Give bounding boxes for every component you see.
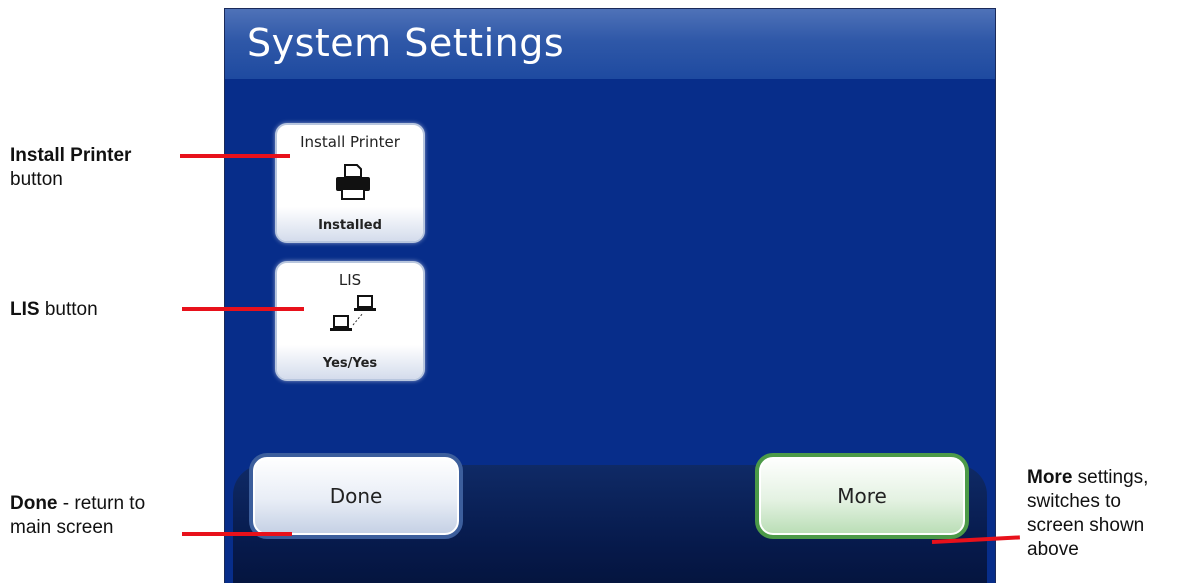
done-annotation-bold: Done (10, 493, 58, 514)
done-annotation-line2: main screen (10, 517, 114, 538)
done-annotation-text: - return to (57, 493, 146, 514)
more-button[interactable]: More (755, 453, 969, 539)
lis-annotation-text: button (39, 299, 98, 320)
done-annotation: Done - return to main screen (10, 492, 145, 540)
lis-label: LIS (338, 271, 362, 289)
install-printer-label: Install Printer (300, 133, 400, 151)
lis-button[interactable]: LIS Yes/Yes (275, 261, 425, 381)
lis-annotation: LIS button (10, 298, 98, 322)
lis-pointer (182, 307, 304, 311)
more-annotation-line2: switches to (1027, 491, 1121, 512)
more-annotation: More settings, switches to screen shown … (1027, 466, 1148, 562)
more-annotation-bold: More (1027, 467, 1073, 488)
install-printer-annotation-bold: Install Printer (10, 145, 132, 166)
title-bar: System Settings (225, 9, 995, 79)
done-pointer (182, 532, 292, 536)
done-button[interactable]: Done (249, 453, 463, 539)
install-printer-button[interactable]: Install Printer Installed (275, 123, 425, 243)
install-printer-annotation-text: button (10, 169, 63, 190)
more-button-label: More (837, 484, 887, 508)
lis-annotation-bold: LIS (10, 299, 40, 320)
network-computers-icon (330, 295, 376, 331)
page-title: System Settings (247, 21, 565, 65)
done-button-label: Done (329, 484, 383, 508)
settings-screen: System Settings Install Printer Installe… (224, 8, 996, 583)
printer-icon (336, 164, 370, 200)
more-annotation-line3: screen shown (1027, 515, 1145, 536)
lis-status: Yes/Yes (322, 356, 378, 371)
install-printer-pointer (180, 154, 290, 158)
more-annotation-line4: above (1027, 539, 1079, 560)
install-printer-status: Installed (318, 218, 382, 233)
more-annotation-text: settings, (1072, 467, 1149, 488)
install-printer-annotation: Install Printer button (10, 144, 131, 192)
